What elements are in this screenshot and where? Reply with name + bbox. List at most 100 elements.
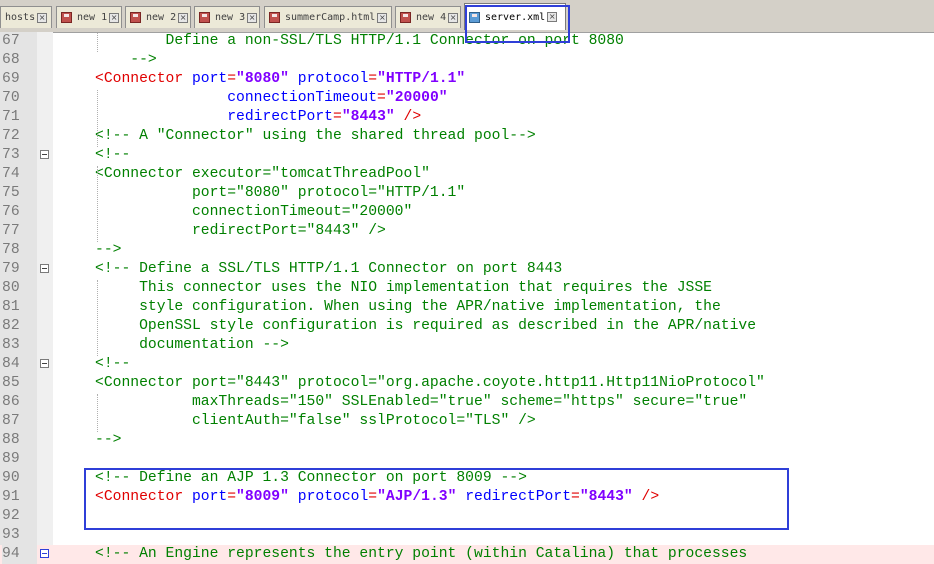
- code-text: documentation -->: [95, 336, 289, 355]
- token-cm: -->: [95, 432, 122, 448]
- code-line[interactable]: 79 <!-- Define a SSL/TLS HTTP/1.1 Connect…: [0, 260, 934, 279]
- indent-guide: [97, 280, 98, 356]
- code-line[interactable]: 82 OpenSSL style configuration is requir…: [0, 317, 934, 336]
- code-line[interactable]: 94 <!-- An Engine represents the entry po…: [0, 545, 934, 564]
- code-line[interactable]: 77 redirectPort="8443" />: [0, 222, 934, 241]
- token-cm: -->: [95, 242, 122, 258]
- line-number: 72: [2, 128, 20, 144]
- code-line[interactable]: 81 style configuration. When using the A…: [0, 298, 934, 317]
- token-cm: <!-- Define a SSL/TLS HTTP/1.1 Connector…: [95, 261, 563, 277]
- line-number: 73: [2, 147, 20, 163]
- code-line[interactable]: 89: [0, 450, 934, 469]
- close-tab-icon[interactable]: ×: [448, 12, 459, 23]
- line-number: 77: [2, 223, 20, 239]
- token-cm: This connector uses the NIO implementati…: [95, 280, 712, 296]
- close-tab-icon[interactable]: ×: [37, 12, 48, 23]
- tab-label: new 1: [77, 12, 108, 23]
- token-cm: documentation -->: [95, 337, 289, 353]
- fold-toggle-icon[interactable]: [40, 150, 49, 159]
- file-save-icon: [199, 12, 210, 23]
- token-tag: <Connector: [95, 71, 184, 87]
- line-number: 78: [2, 242, 20, 258]
- line-number: 76: [2, 204, 20, 220]
- line-number: 88: [2, 432, 20, 448]
- close-tab-icon[interactable]: ×: [377, 12, 388, 23]
- code-line[interactable]: 73 <!--: [0, 146, 934, 165]
- line-number: 89: [2, 451, 20, 467]
- code-text: <Connector executor="tomcatThreadPool": [95, 165, 430, 184]
- code-line[interactable]: 76 connectionTimeout="20000": [0, 203, 934, 222]
- tab-new-1[interactable]: new 1 ×: [56, 6, 122, 28]
- token-cm: -->: [95, 52, 157, 68]
- code-text: clientAuth="false" sslProtocol="TLS" />: [95, 412, 536, 431]
- tab-hosts[interactable]: hosts ×: [0, 6, 52, 28]
- indent-guide: [97, 394, 98, 432]
- line-number: 79: [2, 261, 20, 277]
- token-at: connectionTimeout: [95, 90, 378, 106]
- line-number: 71: [2, 109, 20, 125]
- token-at: port: [183, 71, 228, 87]
- token-cm: <!--: [95, 147, 131, 163]
- code-line[interactable]: 74 <Connector executor="tomcatThreadPool": [0, 165, 934, 184]
- line-number: 93: [2, 527, 20, 543]
- fold-toggle-icon[interactable]: [40, 359, 49, 368]
- token-cm: style configuration. When using the APR/…: [95, 299, 721, 315]
- line-number: 83: [2, 337, 20, 353]
- token-val: "HTTP/1.1": [377, 71, 466, 87]
- indent-guide: [97, 90, 98, 147]
- line-number: 82: [2, 318, 20, 334]
- code-line[interactable]: 87 clientAuth="false" sslProtocol="TLS" …: [0, 412, 934, 431]
- tab-label: hosts: [5, 12, 36, 23]
- code-text: <!--: [95, 355, 130, 374]
- code-text: <!-- An Engine represents the entry poin…: [95, 545, 747, 564]
- line-number: 80: [2, 280, 20, 296]
- code-line[interactable]: 80 This connector uses the NIO implement…: [0, 279, 934, 298]
- code-text: <Connector port="8443" protocol="org.apa…: [95, 374, 765, 393]
- code-line[interactable]: 85 <Connector port="8443" protocol="org.a…: [0, 374, 934, 393]
- tab-new-4[interactable]: new 4 ×: [395, 6, 461, 28]
- code-text: -->: [95, 241, 121, 260]
- line-number: 94: [2, 545, 37, 564]
- fold-toggle-icon[interactable]: [40, 549, 49, 558]
- close-tab-icon[interactable]: ×: [178, 12, 189, 23]
- code-line[interactable]: 84 <!--: [0, 355, 934, 374]
- token-tag: =: [332, 109, 342, 125]
- code-line[interactable]: 72 <!-- A "Connector" using the shared th…: [0, 127, 934, 146]
- close-tab-icon[interactable]: ×: [109, 12, 120, 23]
- token-cm: <!--: [95, 356, 131, 372]
- code-line[interactable]: 83 documentation -->: [0, 336, 934, 355]
- tab-new-3[interactable]: new 3 ×: [194, 6, 260, 28]
- line-number: 84: [2, 356, 20, 372]
- tab-label: new 4: [416, 12, 447, 23]
- line-number: 68: [2, 52, 20, 68]
- tab-summercamp-html[interactable]: summerCamp.html ×: [264, 6, 392, 28]
- line-number: 85: [2, 375, 20, 391]
- code-line[interactable]: 68 -->: [0, 51, 934, 70]
- line-number: 90: [2, 470, 20, 486]
- close-tab-icon[interactable]: ×: [247, 12, 258, 23]
- line-number: 67: [2, 33, 20, 49]
- token-cm: clientAuth="false" sslProtocol="TLS" />: [95, 413, 536, 429]
- token-cm: <Connector port="8443" protocol="org.apa…: [95, 375, 765, 391]
- token-val: "8080": [236, 71, 289, 87]
- code-line[interactable]: 88 -->: [0, 431, 934, 450]
- line-number: 92: [2, 508, 20, 524]
- code-line[interactable]: 69 <Connector port="8080" protocol="HTTP/…: [0, 70, 934, 89]
- line-number: 69: [2, 71, 20, 87]
- token-cm: <!-- A "Connector" using the shared thre…: [95, 128, 536, 144]
- ajp-connector-highlight-box: [84, 468, 789, 530]
- file-save-icon: [130, 12, 141, 23]
- fold-toggle-icon[interactable]: [40, 264, 49, 273]
- code-text: This connector uses the NIO implementati…: [95, 279, 712, 298]
- code-line[interactable]: 71 redirectPort="8443" />: [0, 108, 934, 127]
- token-cm: redirectPort="8443" />: [95, 223, 386, 239]
- tab-new-2[interactable]: new 2 ×: [125, 6, 191, 28]
- code-line[interactable]: 86 maxThreads="150" SSLEnabled="true" sc…: [0, 393, 934, 412]
- code-text: <!-- Define a SSL/TLS HTTP/1.1 Connector…: [95, 260, 562, 279]
- line-number: 86: [2, 394, 20, 410]
- file-save-icon: [61, 12, 72, 23]
- code-line[interactable]: 75 port="8080" protocol="HTTP/1.1": [0, 184, 934, 203]
- file-save-icon: [400, 12, 411, 23]
- code-line[interactable]: 70 connectionTimeout="20000": [0, 89, 934, 108]
- code-line[interactable]: 78 -->: [0, 241, 934, 260]
